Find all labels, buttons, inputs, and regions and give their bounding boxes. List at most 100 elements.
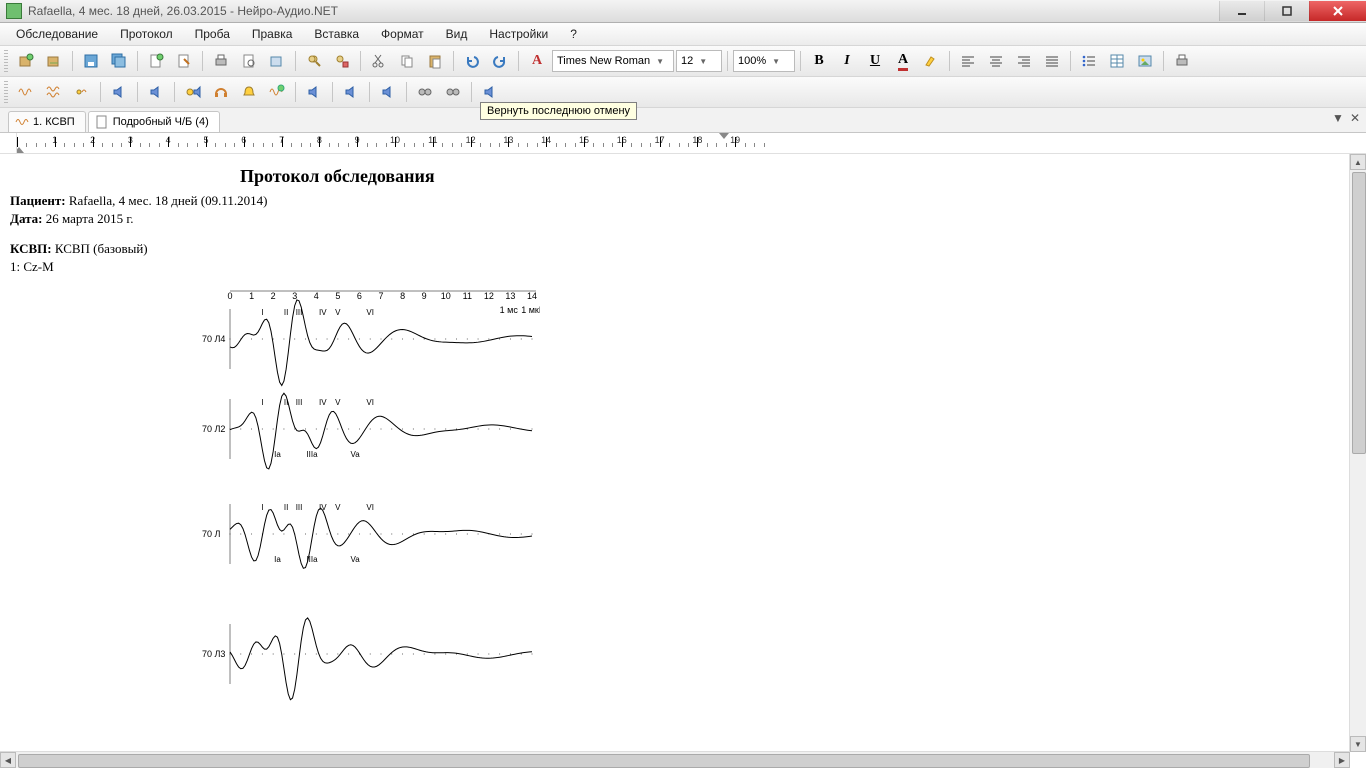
svg-text:1 мкВ: 1 мкВ xyxy=(521,305,540,315)
menu-settings[interactable]: Настройки xyxy=(479,25,558,43)
save-button[interactable] xyxy=(78,48,104,74)
scroll-up-button[interactable]: ▲ xyxy=(1350,154,1366,170)
svg-text:12: 12 xyxy=(484,291,494,301)
redo-button[interactable] xyxy=(487,48,513,74)
svg-text:I: I xyxy=(261,503,263,512)
italic-button[interactable]: I xyxy=(834,48,860,74)
font-family-combo[interactable]: Times New Roman▼ xyxy=(552,50,674,72)
find-button[interactable] xyxy=(301,48,327,74)
copy-button[interactable] xyxy=(394,48,420,74)
font-size-combo[interactable]: 12▼ xyxy=(676,50,722,72)
speaker-settings-button[interactable] xyxy=(180,79,206,105)
tab-close-icon[interactable]: ✕ xyxy=(1350,111,1360,125)
export-button[interactable] xyxy=(264,48,290,74)
horizontal-scrollbar[interactable]: ◀ ▶ xyxy=(0,751,1350,768)
signal-wave-button[interactable] xyxy=(13,79,39,105)
toolbar-grip[interactable] xyxy=(4,50,8,72)
svg-text:3: 3 xyxy=(292,291,297,301)
menu-edit[interactable]: Правка xyxy=(242,25,303,43)
font-dialog-button[interactable]: A xyxy=(524,48,550,74)
stim-b-button[interactable] xyxy=(440,79,466,105)
vertical-scrollbar[interactable]: ▲ ▼ xyxy=(1349,154,1366,752)
bell-button[interactable] xyxy=(236,79,262,105)
window-title: Rafaella, 4 мес. 18 дней, 26.03.2015 - Н… xyxy=(28,4,1219,18)
patient-label: Пациент: xyxy=(10,193,66,208)
tab-report[interactable]: Подробный Ч/Б (4) xyxy=(88,111,220,132)
insert-table-button[interactable] xyxy=(1104,48,1130,74)
zoom-combo[interactable]: 100%▼ xyxy=(733,50,795,72)
scroll-left-button[interactable]: ◀ xyxy=(0,752,16,768)
signal-opt-button[interactable] xyxy=(264,79,290,105)
document-viewport[interactable]: Протокол обследования Пациент: Rafaella,… xyxy=(0,154,1350,752)
bold-button[interactable]: B xyxy=(806,48,832,74)
hscroll-thumb[interactable] xyxy=(18,754,1310,768)
svg-text:Va: Va xyxy=(351,555,361,564)
minimize-button[interactable] xyxy=(1219,1,1264,21)
svg-text:V: V xyxy=(335,308,341,317)
print-preview-button[interactable] xyxy=(236,48,262,74)
signal-marker-button[interactable] xyxy=(69,79,95,105)
scroll-down-button[interactable]: ▼ xyxy=(1350,736,1366,752)
svg-text:5: 5 xyxy=(335,291,340,301)
signal-dualwave-button[interactable] xyxy=(41,79,67,105)
new-exam-button[interactable] xyxy=(13,48,39,74)
speaker-left-button[interactable] xyxy=(106,79,132,105)
svg-text:III: III xyxy=(296,503,303,512)
undo-button[interactable] xyxy=(459,48,485,74)
highlight-button[interactable] xyxy=(918,48,944,74)
close-button[interactable] xyxy=(1309,1,1366,21)
tab-doc-icon xyxy=(95,115,109,129)
headphones-button[interactable] xyxy=(208,79,234,105)
menu-exam[interactable]: Обследование xyxy=(6,25,108,43)
align-left-button[interactable] xyxy=(955,48,981,74)
svg-text:IV: IV xyxy=(319,398,327,407)
menu-view[interactable]: Вид xyxy=(436,25,478,43)
maximize-button[interactable] xyxy=(1264,1,1309,21)
menubar: Обследование Протокол Проба Правка Встав… xyxy=(0,23,1366,46)
align-justify-button[interactable] xyxy=(1039,48,1065,74)
print-button[interactable] xyxy=(208,48,234,74)
cut-button[interactable] xyxy=(366,48,392,74)
menu-help[interactable]: ? xyxy=(560,25,587,43)
insert-image-button[interactable] xyxy=(1132,48,1158,74)
paste-button[interactable] xyxy=(422,48,448,74)
svg-text:8: 8 xyxy=(400,291,405,301)
svg-text:V: V xyxy=(335,503,341,512)
menu-protocol[interactable]: Протокол xyxy=(110,25,183,43)
speaker-b-button[interactable] xyxy=(338,79,364,105)
svg-text:10: 10 xyxy=(441,291,451,301)
tab-dropdown-icon[interactable]: ▼ xyxy=(1332,111,1344,125)
tab-report-label: Подробный Ч/Б (4) xyxy=(113,116,209,128)
vscroll-thumb[interactable] xyxy=(1352,172,1366,454)
svg-text:Ia: Ia xyxy=(274,450,281,459)
align-right-button[interactable] xyxy=(1011,48,1037,74)
menu-format[interactable]: Формат xyxy=(371,25,434,43)
svg-text:6: 6 xyxy=(357,291,362,301)
font-color-button[interactable]: A xyxy=(890,48,916,74)
exam-value: КСВП (базовый) xyxy=(55,241,148,256)
scroll-right-button[interactable]: ▶ xyxy=(1334,752,1350,768)
toolbar-grip-2[interactable] xyxy=(4,81,8,103)
svg-text:70 Л3: 70 Л3 xyxy=(202,649,225,659)
menu-trial[interactable]: Проба xyxy=(185,25,240,43)
horizontal-ruler[interactable]: 12345678910111213141516171819 xyxy=(17,133,1366,153)
new-page-button[interactable] xyxy=(143,48,169,74)
save-all-button[interactable] xyxy=(106,48,132,74)
tab-wave-icon xyxy=(15,115,29,129)
stim-a-button[interactable] xyxy=(412,79,438,105)
underline-button[interactable]: U xyxy=(862,48,888,74)
tab-ksvp[interactable]: 1. КСВП xyxy=(8,111,86,132)
align-center-button[interactable] xyxy=(983,48,1009,74)
svg-text:1 мс: 1 мс xyxy=(500,305,519,315)
speaker-mute-button[interactable] xyxy=(143,79,169,105)
page-content: Протокол обследования Пациент: Rafaella,… xyxy=(0,154,1350,752)
edit-page-button[interactable] xyxy=(171,48,197,74)
speaker-a-button[interactable] xyxy=(301,79,327,105)
bullets-button[interactable] xyxy=(1076,48,1102,74)
svg-text:VI: VI xyxy=(366,503,374,512)
speaker-c-button[interactable] xyxy=(375,79,401,105)
menu-insert[interactable]: Вставка xyxy=(304,25,369,43)
print2-button[interactable] xyxy=(1169,48,1195,74)
open-exam-button[interactable] xyxy=(41,48,67,74)
replace-button[interactable] xyxy=(329,48,355,74)
